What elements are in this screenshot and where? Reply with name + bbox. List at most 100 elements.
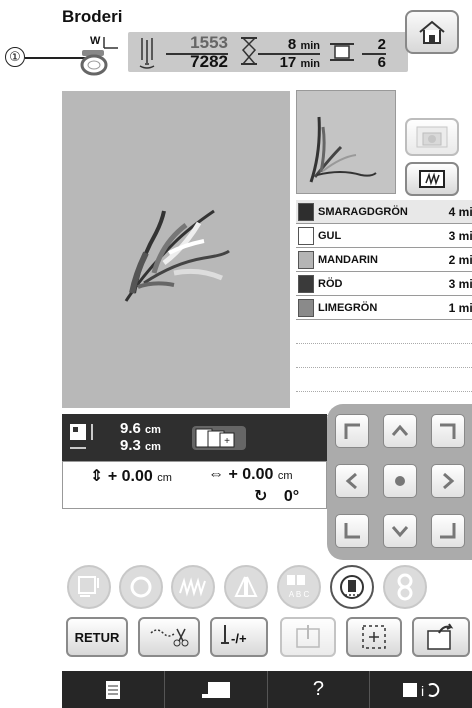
size-width-unit: cm (145, 441, 161, 453)
stitch-forward-back-button[interactable]: -/+ (210, 617, 268, 657)
move-right-button[interactable] (431, 464, 465, 498)
color-swatch (298, 226, 314, 245)
frame-stitch-icon (419, 170, 445, 188)
move-down-left-button[interactable] (335, 514, 369, 548)
svg-text:+: + (224, 436, 230, 447)
size-width-value: 9.3 (120, 437, 141, 454)
color-time: 1 min (448, 300, 472, 315)
bottombar-document-button[interactable] (62, 671, 165, 708)
embroidery-thumbnail-image (309, 116, 377, 183)
trial-frame-icon (362, 625, 386, 649)
return-arrow-icon (427, 623, 454, 650)
thread-color-list: SMARAGDGRÖN 4 min GUL 3 min MANDARIN 2 m… (296, 200, 472, 416)
list-item[interactable]: RÖD 3 min (296, 272, 472, 296)
size-height-value: 9.6 (120, 420, 141, 437)
chevron-down-icon (391, 526, 409, 538)
horizontal-offset-value: + 0.00 (228, 466, 274, 483)
color-sort-icon: A B C (287, 575, 310, 599)
arrow-pad (327, 404, 472, 560)
horizontal-offset-unit: cm (277, 470, 293, 482)
thread-spool-icon (328, 42, 356, 67)
rotate-button[interactable] (119, 565, 163, 609)
move-left-button[interactable] (335, 464, 369, 498)
svg-text:i: i (421, 683, 424, 699)
thread-spool-button-icon (340, 575, 364, 599)
move-down-button[interactable] (383, 514, 417, 548)
trial-button[interactable] (346, 617, 402, 657)
mirror-button[interactable] (224, 565, 268, 609)
return-page-button[interactable] (412, 617, 470, 657)
bottombar-settings-button[interactable]: i (370, 671, 472, 708)
density-button[interactable] (171, 565, 215, 609)
vertical-offset-value: + 0.00 (107, 468, 153, 485)
color-sort-button[interactable]: A B C (277, 565, 321, 609)
frame-view-button[interactable] (405, 162, 459, 196)
border-button[interactable] (383, 565, 427, 609)
color-time: 3 min (448, 228, 472, 243)
move-up-button[interactable] (383, 414, 417, 448)
thread-color-button[interactable] (330, 565, 374, 609)
list-item[interactable]: MANDARIN 2 min (296, 248, 472, 272)
time-total: 17 min (258, 54, 320, 71)
color-time: 3 min (448, 276, 472, 291)
corner-down-right-icon (440, 523, 456, 539)
scissors-icon (150, 628, 189, 647)
time-remaining-unit: min (300, 40, 320, 52)
cut-thread-button[interactable] (138, 617, 200, 657)
retur-button[interactable]: RETUR (66, 617, 128, 657)
mirror-icon (234, 576, 258, 597)
move-up-right-button[interactable] (431, 414, 465, 448)
color-swatch (298, 274, 314, 293)
home-button[interactable] (405, 10, 459, 54)
resize-icon (78, 576, 99, 597)
list-item[interactable]: LIMEGRÖN 1 min (296, 296, 472, 320)
color-time: 4 min (448, 204, 472, 219)
needle-plus-minus-icon: -/+ (221, 625, 247, 646)
horizontal-arrow-icon: ⇔ (208, 466, 224, 483)
chevron-right-icon (443, 472, 455, 490)
color-swatch (298, 202, 314, 221)
settings-icon: i (403, 682, 440, 699)
empty-list-row (296, 320, 472, 344)
bottom-bar: ? i (62, 671, 472, 708)
list-item[interactable]: GUL 3 min (296, 224, 472, 248)
figure-eight-icon (397, 573, 413, 601)
embroidery-design-image (124, 209, 230, 302)
vertical-offset: ⇕ + 0.00 cm (90, 466, 172, 486)
callout-line (25, 57, 85, 59)
camera-button[interactable] (405, 118, 459, 156)
needle-icon (136, 36, 158, 75)
presser-foot-icon: W (80, 34, 126, 78)
svg-text:A B C: A B C (289, 590, 310, 599)
needle-position-icon (296, 625, 320, 648)
chevron-up-icon (391, 424, 409, 436)
empty-list-row (296, 368, 472, 392)
density-icon (179, 577, 206, 597)
bottombar-help-button[interactable]: ? (268, 671, 371, 708)
time-total-unit: min (300, 58, 320, 70)
time-remaining: 8 min (258, 36, 320, 55)
move-up-left-button[interactable] (335, 414, 369, 448)
svg-text:-/+: -/+ (231, 631, 247, 646)
bottombar-camera-button[interactable] (165, 671, 268, 708)
vertical-offset-unit: cm (157, 472, 172, 484)
rotate-icon (130, 576, 152, 598)
color-swatch (298, 250, 314, 269)
home-icon (419, 20, 445, 44)
corner-up-left-icon (344, 423, 360, 439)
resize-button[interactable] (67, 565, 111, 609)
hourglass-icon (240, 36, 258, 71)
size-width: 9.3 cm (120, 437, 161, 454)
size-dimension-icon (68, 422, 98, 459)
list-item[interactable]: SMARAGDGRÖN 4 min (296, 200, 472, 224)
size-height-unit: cm (145, 424, 161, 436)
sewing-machine-icon (201, 681, 230, 698)
time-total-value: 17 (279, 54, 297, 71)
design-thumbnail (296, 90, 396, 194)
chevron-left-icon (345, 472, 357, 490)
color-total: 6 (377, 54, 386, 71)
rotation-readout: ↻ 0° (254, 486, 299, 506)
move-down-right-button[interactable] (431, 514, 465, 548)
center-button[interactable] (383, 464, 417, 498)
stitch-start-button[interactable] (280, 617, 336, 657)
